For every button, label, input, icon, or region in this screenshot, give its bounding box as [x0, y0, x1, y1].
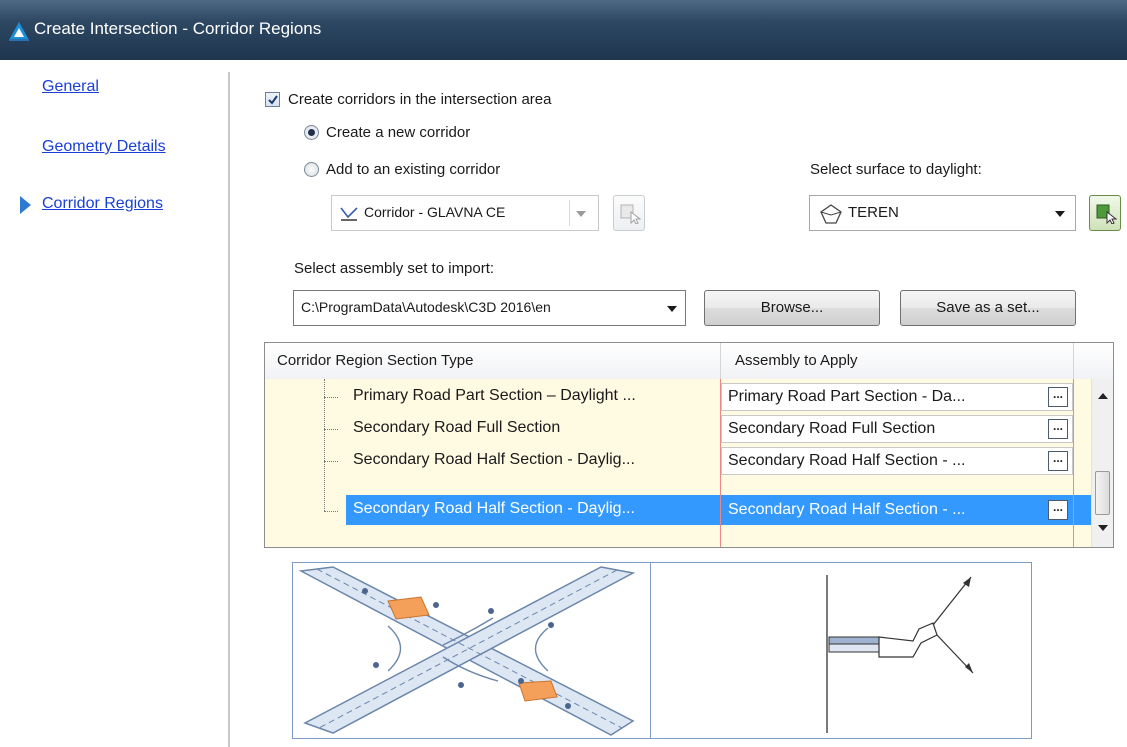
table-row-selected[interactable]: Secondary Road Half Section - Daylig... …	[265, 495, 1091, 525]
ellipsis-button-icon[interactable]: ...	[1048, 387, 1068, 407]
table-row[interactable]: Primary Road Part Section – Daylight ...…	[265, 382, 1091, 412]
scroll-up-icon[interactable]	[1098, 393, 1108, 399]
sidebar	[0, 60, 230, 747]
ellipsis-button-icon[interactable]: ...	[1048, 451, 1068, 471]
table-row[interactable]: Secondary Road Half Section - Daylig... …	[265, 446, 1091, 476]
browse-button[interactable]: Browse...	[704, 290, 880, 326]
existing-corridor-value: Corridor - GLAVNA CE	[364, 204, 506, 220]
grid-header: Corridor Region Section Type Assembly to…	[265, 343, 1113, 380]
sidebar-divider	[228, 72, 230, 747]
pick-surface-button[interactable]	[1089, 195, 1121, 231]
scroll-thumb[interactable]	[1095, 471, 1110, 515]
surface-value: TEREN	[848, 204, 899, 221]
assembly-cell[interactable]: Secondary Road Half Section - ... ...	[721, 447, 1073, 475]
pick-from-drawing-icon	[620, 204, 641, 224]
check-icon	[268, 95, 278, 105]
dropdown-arrow-icon	[1055, 211, 1065, 217]
active-page-indicator-icon	[20, 196, 31, 214]
section-type-cell: Secondary Road Half Section - Daylig...	[353, 451, 635, 468]
section-type-cell: Secondary Road Half Section - Daylig...	[353, 500, 635, 517]
section-type-cell: Secondary Road Full Section	[353, 419, 561, 436]
title-bar: Create Intersection - Corridor Regions	[0, 0, 1127, 60]
existing-corridor-dropdown[interactable]: Corridor - GLAVNA CE	[331, 195, 599, 231]
nav-general[interactable]: General	[42, 78, 99, 96]
table-row[interactable]: Secondary Road Full Section Secondary Ro…	[265, 414, 1091, 444]
window-title: Create Intersection - Corridor Regions	[34, 19, 322, 38]
grid-scrollbar[interactable]	[1091, 379, 1113, 547]
assembly-set-label: Select assembly set to import:	[294, 260, 495, 277]
ellipsis-button-icon[interactable]: ...	[1048, 500, 1068, 520]
pick-corridor-button[interactable]	[613, 195, 645, 231]
pick-from-drawing-icon	[1096, 204, 1117, 224]
preview-panel	[292, 562, 1032, 739]
nav-geometry-details[interactable]: Geometry Details	[42, 138, 166, 156]
corridor-icon	[340, 207, 358, 221]
assembly-cell[interactable]: Secondary Road Full Section ...	[721, 415, 1073, 443]
new-corridor-radio[interactable]	[304, 125, 319, 140]
column-header-section-type[interactable]: Corridor Region Section Type	[277, 352, 474, 369]
column-header-assembly[interactable]: Assembly to Apply	[735, 352, 858, 369]
nav-corridor-regions[interactable]: Corridor Regions	[42, 195, 163, 213]
section-type-cell: Primary Road Part Section – Daylight ...	[353, 387, 636, 404]
assembly-cell[interactable]: Secondary Road Half Section - ... ...	[721, 496, 1073, 524]
grid-body: Primary Road Part Section – Daylight ...…	[265, 379, 1091, 547]
scroll-down-icon[interactable]	[1098, 525, 1108, 531]
existing-corridor-radio[interactable]	[304, 162, 319, 177]
new-corridor-label: Create a new corridor	[326, 124, 471, 141]
existing-corridor-label: Add to an existing corridor	[326, 161, 501, 178]
corridor-region-grid: Corridor Region Section Type Assembly to…	[264, 342, 1114, 548]
create-corridors-checkbox[interactable]	[265, 92, 280, 107]
surface-dropdown[interactable]: TEREN	[809, 195, 1076, 231]
autocad-app-icon	[9, 22, 29, 41]
save-as-set-button[interactable]: Save as a set...	[900, 290, 1076, 326]
ellipsis-button-icon[interactable]: ...	[1048, 419, 1068, 439]
dropdown-arrow-icon	[667, 306, 677, 312]
cross-section-preview	[826, 575, 974, 733]
intersection-plan-preview	[298, 566, 636, 736]
assembly-set-path: C:\ProgramData\Autodesk\C3D 2016\en	[301, 299, 551, 315]
assembly-cell[interactable]: Primary Road Part Section - Da... ...	[721, 383, 1073, 411]
radio-selected-dot	[308, 129, 315, 136]
assembly-set-dropdown[interactable]: C:\ProgramData\Autodesk\C3D 2016\en	[293, 290, 686, 326]
surface-label: Select surface to daylight:	[810, 161, 982, 178]
dropdown-arrow-icon	[576, 211, 586, 217]
surface-icon	[820, 204, 842, 224]
create-corridors-label: Create corridors in the intersection are…	[288, 91, 552, 108]
